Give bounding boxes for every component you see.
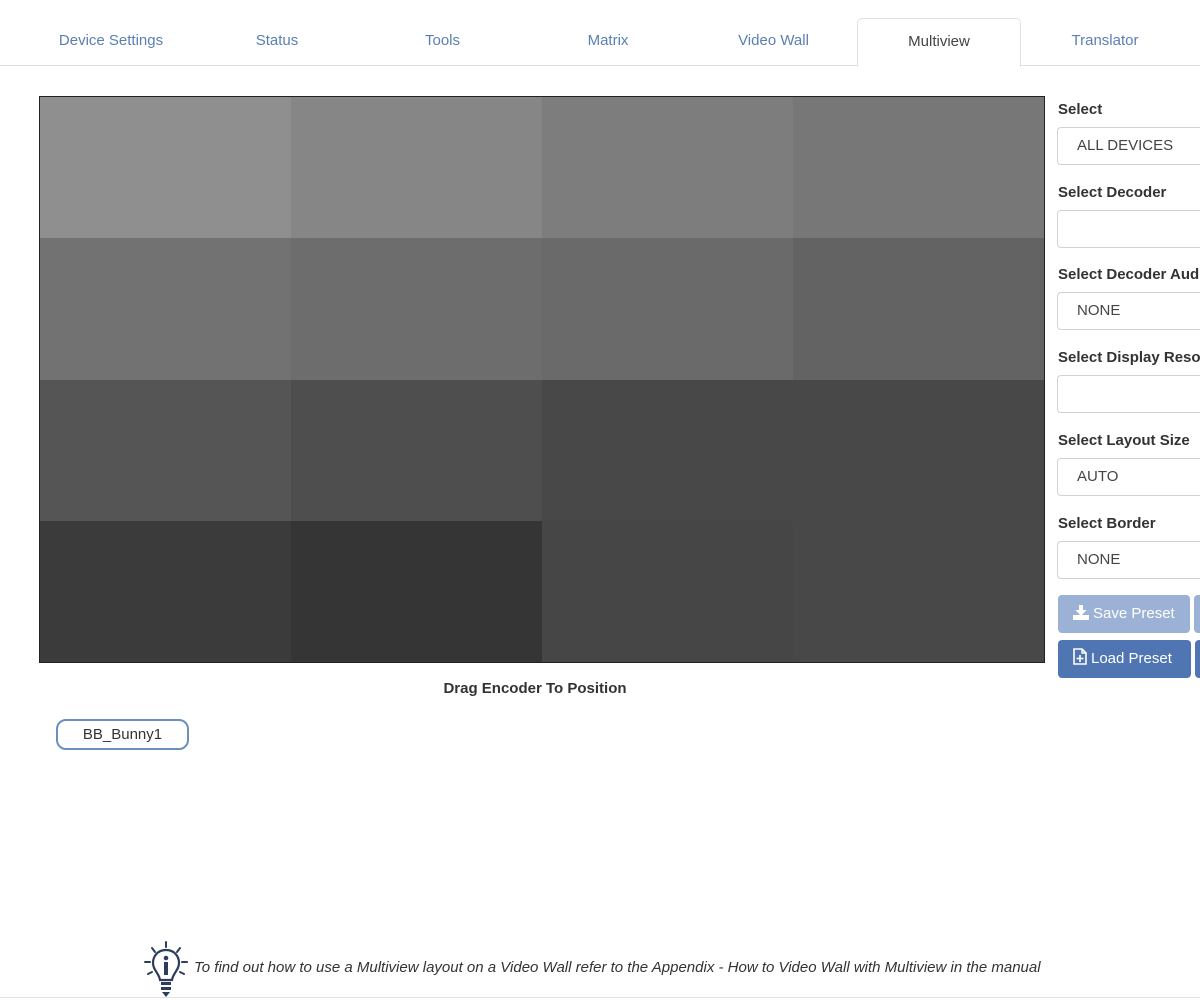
grid-cell-8[interactable]: [793, 238, 1044, 380]
decoder-label: Select Decoder: [1058, 184, 1167, 201]
device-select[interactable]: ALL DEVICES: [1057, 127, 1200, 165]
display-resolution-label: Select Display Resolution: [1058, 349, 1200, 366]
display-resolution-select[interactable]: [1057, 375, 1200, 413]
layout-size-select[interactable]: AUTO: [1057, 458, 1200, 496]
tab-video-wall[interactable]: Video Wall: [691, 18, 856, 66]
grid-cell-1[interactable]: [40, 97, 291, 238]
load-preset-label: Load Preset: [1091, 650, 1172, 667]
lightbulb-info-icon: [144, 941, 188, 997]
tab-multiview[interactable]: Multiview: [857, 18, 1021, 67]
select-label: Select: [1058, 101, 1103, 118]
grid-cell-14[interactable]: [291, 521, 542, 662]
grid-cell-9[interactable]: [40, 380, 291, 521]
save-preset-button[interactable]: Save Preset: [1058, 595, 1190, 633]
grid-cell-3[interactable]: [542, 97, 793, 238]
preset-secondary-button-2[interactable]: [1195, 640, 1200, 678]
grid-cell-2[interactable]: [291, 97, 542, 238]
decoder-audio-label: Select Decoder Audio: [1058, 266, 1200, 283]
tab-status[interactable]: Status: [194, 18, 360, 66]
preset-secondary-button-1[interactable]: [1194, 595, 1200, 633]
tab-translator[interactable]: Translator: [1022, 18, 1188, 66]
footer-divider: [0, 997, 1200, 998]
grid-cell-13[interactable]: [40, 521, 291, 662]
tab-bar: Device Settings Status Tools Matrix Vide…: [0, 0, 1200, 67]
tab-device-settings[interactable]: Device Settings: [28, 18, 194, 66]
save-preset-label: Save Preset: [1093, 605, 1175, 622]
load-preset-button[interactable]: Load Preset: [1058, 640, 1191, 678]
grid-cell-11[interactable]: [542, 380, 793, 521]
grid-cell-4[interactable]: [793, 97, 1044, 238]
file-plus-icon: [1073, 648, 1087, 665]
grid-cell-5[interactable]: [40, 238, 291, 380]
tab-tools[interactable]: Tools: [360, 18, 525, 66]
decoder-select[interactable]: [1057, 210, 1200, 248]
tip-text: To find out how to use a Multiview layou…: [194, 959, 1041, 976]
border-label: Select Border: [1058, 515, 1156, 532]
multiview-layout-grid[interactable]: [39, 96, 1045, 663]
drag-instruction: Drag Encoder To Position: [443, 680, 627, 697]
grid-cell-15[interactable]: [542, 521, 793, 662]
grid-cell-16[interactable]: [793, 521, 1044, 662]
grid-cell-7[interactable]: [542, 238, 793, 380]
border-select[interactable]: NONE: [1057, 541, 1200, 579]
tab-matrix[interactable]: Matrix: [525, 18, 691, 66]
grid-cell-12[interactable]: [793, 380, 1044, 521]
encoder-chip-bb-bunny1[interactable]: BB_Bunny1: [56, 719, 189, 750]
download-icon: [1073, 605, 1089, 620]
grid-cell-10[interactable]: [291, 380, 542, 521]
decoder-audio-select[interactable]: NONE: [1057, 292, 1200, 330]
grid-cell-6[interactable]: [291, 238, 542, 380]
layout-size-label: Select Layout Size: [1058, 432, 1190, 449]
